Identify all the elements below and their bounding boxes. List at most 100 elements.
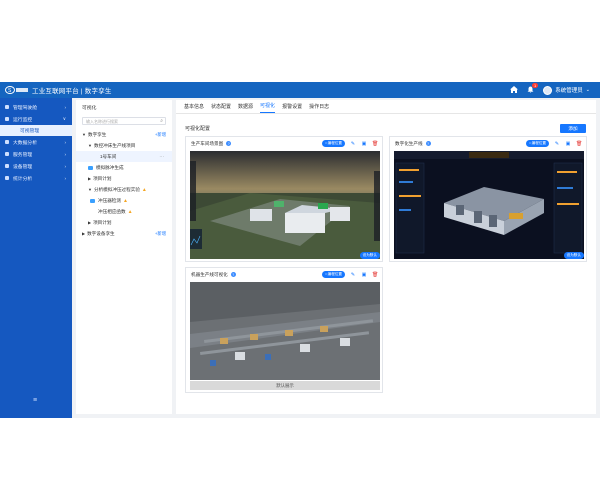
caret-down-icon: ▼ <box>88 187 92 192</box>
chart-icon <box>5 140 9 144</box>
tree-node-label: 冲压相应函数 <box>98 208 126 214</box>
tree-node-plan-2[interactable]: ▶ 项目计划 <box>76 217 172 228</box>
tab-alarm-settings[interactable]: 报警设置 <box>282 103 302 113</box>
card-header: 机器生产线可视化 ? • 编程位置 ✎ ▣ 🗑 <box>186 268 382 281</box>
tree-node-response[interactable]: 冲压相应函数 ▲ <box>76 206 172 217</box>
delete-icon[interactable]: 🗑 <box>372 272 378 278</box>
edit-icon[interactable]: ✎ <box>350 272 356 278</box>
sidebar-item-bigdata[interactable]: 大数据分析 › <box>0 136 72 148</box>
tree-node-analysis[interactable]: ▼ 分析模拟冲压过程实验 ▲ <box>76 184 172 195</box>
add-button[interactable]: 添加 <box>560 124 586 133</box>
tree-node-label: 1号车间 <box>100 153 117 159</box>
edit-icon[interactable]: ✎ <box>554 141 560 147</box>
sidebar-item-label: 统计分析 <box>13 176 33 182</box>
workshop-3d-scene-image[interactable] <box>190 151 380 259</box>
sidebar-item-device[interactable]: 设备管理 › <box>0 160 72 172</box>
sidebar-item-label: 设备管理 <box>13 164 33 170</box>
tree-node-project[interactable]: ▼ 数控冲床生产线项目 <box>76 140 172 151</box>
preview-icon[interactable]: ▣ <box>361 272 367 278</box>
sidebar-item-stats[interactable]: 统计分析 › <box>0 172 72 184</box>
search-icon[interactable]: ⌕ <box>160 118 163 124</box>
monitor-icon <box>5 117 9 121</box>
company-logo: S <box>5 86 28 94</box>
tree-node-workshop[interactable]: 1号车间 ··· <box>76 151 172 162</box>
more-icon[interactable]: ··· <box>159 154 164 159</box>
delete-icon[interactable]: 🗑 <box>372 141 378 147</box>
tab-data-source[interactable]: 数据源 <box>238 103 253 113</box>
warning-icon: ▲ <box>127 208 133 215</box>
section-title: 可视化配置 <box>185 126 211 132</box>
warning-icon: ▲ <box>122 197 128 204</box>
chevron-down-icon: ∨ <box>62 116 66 121</box>
caret-right-icon: ▶ <box>88 220 92 225</box>
tree-node-simulation[interactable]: 模拟脉冲生成 <box>76 162 172 173</box>
add-node-link[interactable]: +新增 <box>155 231 166 237</box>
tree-search-input[interactable]: 输入名称进行搜索 ⌕ <box>82 117 166 125</box>
tab-operation-log[interactable]: 操作日志 <box>309 103 329 113</box>
tree-node-label: 项目计划 <box>93 175 112 181</box>
sidebar-item-monitor[interactable]: 运行监控 ∨ <box>0 113 72 125</box>
edit-icon[interactable]: ✎ <box>350 141 356 147</box>
production-line-3d-image[interactable] <box>394 151 584 259</box>
add-node-link[interactable]: +新增 <box>155 132 166 138</box>
avatar <box>543 85 553 95</box>
warning-icon: ▲ <box>141 186 147 193</box>
sidebar: 管理驾驶舱 › 运行监控 ∨ 可视管理 大数据分析 › 服务管理 › 设备管理 … <box>0 98 72 418</box>
machine-line-3d-image[interactable] <box>190 282 380 380</box>
device-icon <box>5 164 9 168</box>
home-icon[interactable] <box>510 85 519 95</box>
tab-visualization[interactable]: 可视化 <box>260 102 276 113</box>
delete-icon[interactable]: 🗑 <box>576 141 582 147</box>
preview-icon[interactable]: ▣ <box>361 141 367 147</box>
chevron-right-icon: › <box>64 139 67 145</box>
app-window: S 工业互联网平台 | 数字孪生 1 系统管理员 ⌄ 管理驾驶舱 › 运行监控 … <box>0 82 600 418</box>
help-icon[interactable]: ? <box>425 141 431 146</box>
edit-position-button[interactable]: • 编程位置 <box>322 140 345 147</box>
set-default-button[interactable]: 设为默认 <box>563 252 584 259</box>
notification-bell-icon[interactable]: 1 <box>527 82 539 95</box>
sidebar-item-label: 大数据分析 <box>13 140 37 146</box>
visual-card-workshop: 生产车间场景图 ? • 编程位置 ✎ ▣ 🗑 设为默认 <box>185 136 383 262</box>
visual-card-production-line: 数字化生产线 ? • 编程位置 ✎ ▣ 🗑 设为默认 <box>389 136 587 262</box>
tree-node-label: 模拟脉冲生成 <box>96 164 124 170</box>
tree-node-plan[interactable]: ▶ 项目计划 <box>76 173 172 184</box>
sidebar-item-service[interactable]: 服务管理 › <box>0 148 72 160</box>
tree-node-digital-twin[interactable]: ▼ 数字孪生 +新增 <box>76 129 172 140</box>
visual-card-machine-line: 机器生产线可视化 ? • 编程位置 ✎ ▣ 🗑 默认展示 <box>185 267 383 393</box>
sidebar-item-cockpit[interactable]: 管理驾驶舱 › <box>0 101 72 113</box>
card-title: 机器生产线可视化 <box>191 271 228 277</box>
card-header: 数字化生产线 ? • 编程位置 ✎ ▣ 🗑 <box>390 137 586 150</box>
sidebar-item-label: 运行监控 <box>13 117 33 123</box>
preview-icon[interactable]: ▣ <box>565 141 571 147</box>
notification-badge: 1 <box>532 82 539 88</box>
caret-down-icon: ▼ <box>88 143 92 148</box>
edit-position-button[interactable]: • 编程位置 <box>322 271 345 278</box>
folder-icon <box>88 165 93 170</box>
user-menu[interactable]: 系统管理员 ⌄ <box>543 85 590 95</box>
chevron-right-icon: › <box>64 175 67 181</box>
caret-down-icon: ▼ <box>82 132 86 137</box>
tree-node-detection[interactable]: 冲压器检测 ▲ <box>76 195 172 206</box>
collapse-menu-icon[interactable]: ≡ <box>33 397 37 404</box>
sidebar-item-label: 服务管理 <box>13 152 33 158</box>
user-name: 系统管理员 <box>555 88 583 94</box>
tab-basic-info[interactable]: 基本信息 <box>184 103 204 113</box>
help-icon[interactable]: ? <box>226 141 232 146</box>
dashboard-icon <box>5 105 9 109</box>
chevron-right-icon: › <box>64 163 67 169</box>
tree-node-label: 项目计划 <box>93 219 112 225</box>
tree-panel: 可视化 输入名称进行搜索 ⌕ ▼ 数字孪生 +新增 ▼ 数控冲床生产线项目 1号… <box>76 100 172 414</box>
sidebar-subitem-visual-manage[interactable]: 可视管理 <box>0 125 72 136</box>
edit-position-button[interactable]: • 编程位置 <box>526 140 549 147</box>
caret-right-icon: ▶ <box>88 176 92 181</box>
tree-node-label: 数字孪生 <box>87 131 107 137</box>
search-placeholder: 输入名称进行搜索 <box>86 119 118 124</box>
tree-node-label: 数字设备孪生 <box>87 230 115 236</box>
tree-node-label: 数控冲床生产线项目 <box>93 142 136 148</box>
set-default-button[interactable]: 设为默认 <box>359 252 380 259</box>
tree-node-label: 冲压器检测 <box>98 197 121 203</box>
help-icon[interactable]: ? <box>230 272 236 277</box>
app-title: 工业互联网平台 | 数字孪生 <box>32 88 112 95</box>
tab-status-config[interactable]: 状态配置 <box>211 103 231 113</box>
tree-node-device-twin[interactable]: ▶ 数字设备孪生 +新增 <box>76 228 172 239</box>
